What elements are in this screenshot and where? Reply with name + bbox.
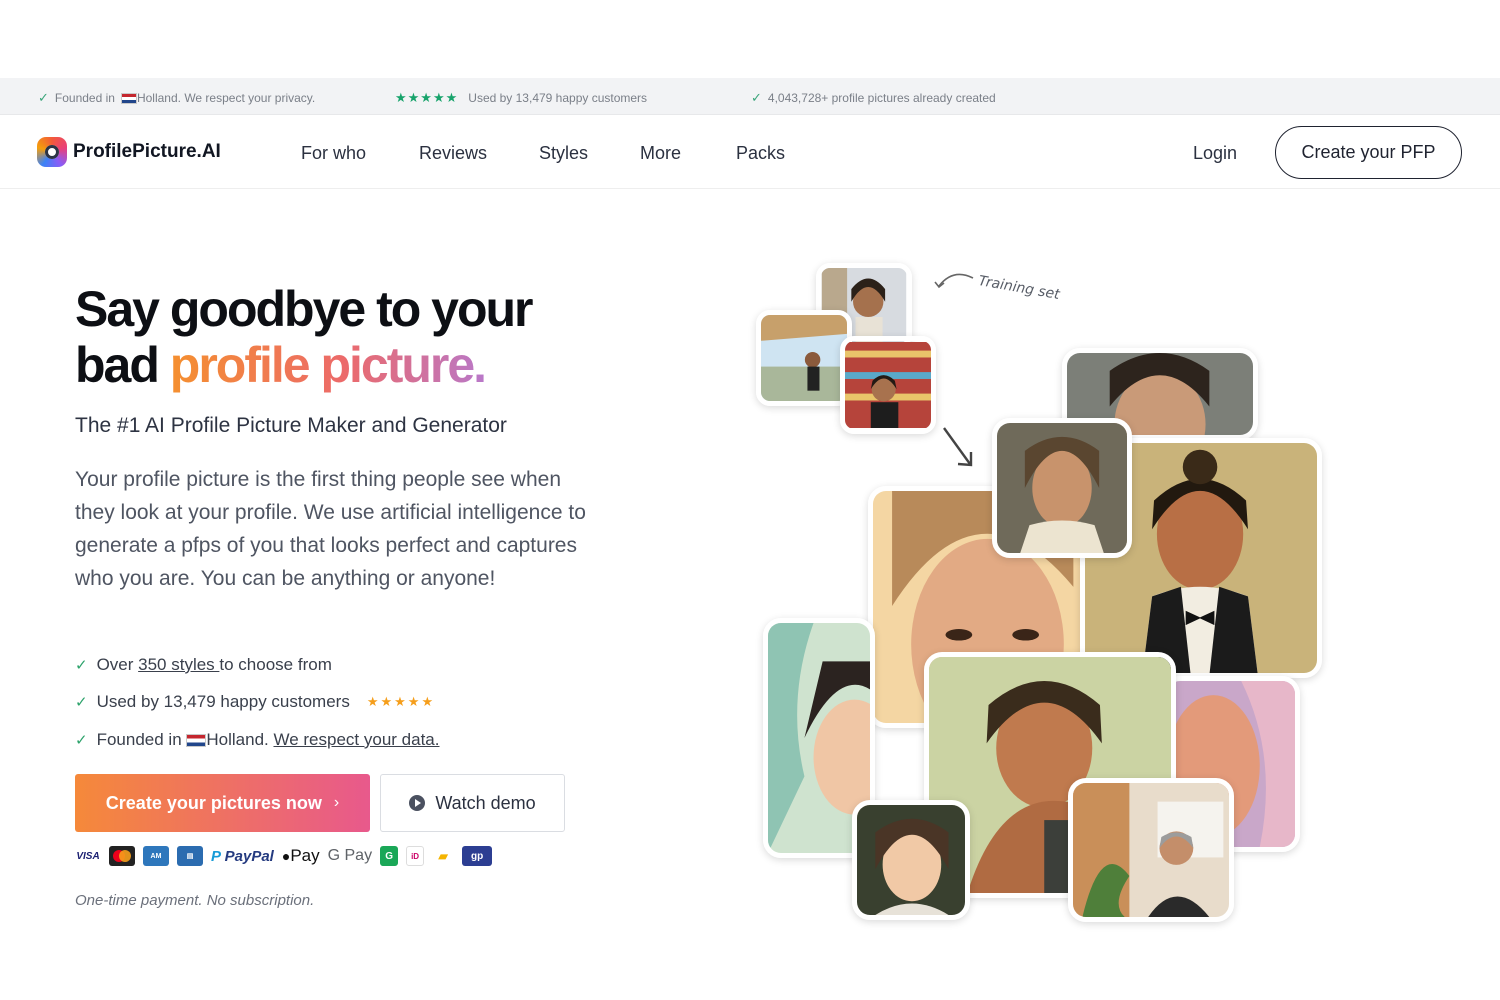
apple-pay-icon: ●Pay bbox=[281, 846, 320, 865]
netherlands-flag-icon bbox=[120, 92, 137, 104]
star-rating-icon: ★★★★★ bbox=[395, 90, 459, 105]
original-photo bbox=[1068, 778, 1234, 922]
logo-link[interactable]: ProfilePicture.AI bbox=[37, 137, 221, 167]
check-icon: ✓ bbox=[75, 731, 88, 749]
paypal-icon: P PayPal bbox=[211, 847, 274, 865]
check-icon: ✓ bbox=[75, 656, 88, 674]
nav-link-styles[interactable]: Styles bbox=[539, 143, 588, 164]
create-pfp-button[interactable]: Create your PFP bbox=[1275, 126, 1462, 179]
founded-notice: ✓ Founded in Holland. We respect your pr… bbox=[38, 90, 315, 106]
hero-title-line1: Say goodbye to your bbox=[75, 281, 534, 337]
nav-link-more[interactable]: More bbox=[640, 143, 681, 164]
feature-text: Used by 13,479 happy customers bbox=[96, 692, 350, 712]
nav-link-reviews[interactable]: Reviews bbox=[419, 143, 487, 164]
training-set-annotation: Training set bbox=[977, 272, 1061, 304]
announcement-bar: ✓ Founded in Holland. We respect your pr… bbox=[0, 78, 1500, 115]
watch-demo-button[interactable]: Watch demo bbox=[380, 774, 565, 832]
hero-title: Say goodbye to your bad profile picture. bbox=[75, 281, 534, 393]
create-pictures-button[interactable]: Create your pictures now › bbox=[75, 774, 370, 832]
przelewy-icon: gp bbox=[462, 846, 493, 866]
feature-text: Holland. bbox=[206, 729, 274, 749]
founded-suffix: Holland. We respect your privacy. bbox=[136, 91, 316, 105]
feature-text: to choose from bbox=[219, 654, 332, 674]
check-icon: ✓ bbox=[38, 90, 49, 105]
payment-note: One-time payment. No subscription. bbox=[75, 892, 315, 909]
logo-icon bbox=[37, 137, 67, 167]
main-navigation: ProfilePicture.AI For who Reviews Styles… bbox=[0, 116, 1500, 189]
hero-subtitle: The #1 AI Profile Picture Maker and Gene… bbox=[75, 414, 507, 437]
google-pay-icon: G Pay bbox=[327, 847, 373, 864]
hero-title-highlight: profile picture. bbox=[169, 337, 487, 393]
hero-title-line2: bad bbox=[75, 337, 170, 393]
check-icon: ✓ bbox=[75, 694, 88, 712]
create-pictures-label: Create your pictures now bbox=[105, 792, 322, 813]
generated-portrait bbox=[852, 800, 970, 920]
feature-text: Founded in bbox=[96, 729, 187, 749]
feature-text: Over bbox=[96, 654, 139, 674]
privacy-link[interactable]: We respect your data. bbox=[273, 730, 439, 749]
star-rating-icon: ★★★★★ bbox=[366, 694, 436, 710]
giropay-icon: G bbox=[380, 846, 399, 866]
training-photo bbox=[756, 310, 852, 406]
nav-link-for-who[interactable]: For who bbox=[301, 143, 366, 164]
check-icon: ✓ bbox=[751, 90, 762, 105]
created-text: 4,043,728+ profile pictures already crea… bbox=[767, 91, 996, 105]
customers-notice: ★★★★★ Used by 13,479 happy customers bbox=[395, 90, 647, 106]
ideal-icon: iD bbox=[406, 846, 425, 866]
feature-item-founded: ✓ Founded in Holland. We respect your da… bbox=[75, 721, 439, 759]
bancontact-icon: ▰ bbox=[438, 849, 448, 863]
card-icon: ▤ bbox=[177, 846, 203, 866]
nav-link-packs[interactable]: Packs bbox=[736, 143, 785, 164]
hero-description: Your profile picture is the first thing … bbox=[75, 468, 586, 590]
watch-demo-label: Watch demo bbox=[435, 792, 536, 813]
feature-item-customers: ✓ Used by 13,479 happy customers ★★★★★ bbox=[75, 684, 439, 722]
play-icon bbox=[409, 795, 426, 811]
down-arrow-icon bbox=[943, 427, 973, 467]
created-notice: ✓ 4,043,728+ profile pictures already cr… bbox=[751, 90, 996, 106]
visa-icon: VISA bbox=[75, 846, 101, 866]
training-photo bbox=[840, 336, 936, 434]
feature-item-styles: ✓ Over 350 styles to choose from bbox=[75, 646, 439, 684]
customers-text: Used by 13,479 happy customers bbox=[468, 91, 648, 105]
mastercard-icon bbox=[109, 846, 135, 866]
chevron-right-icon: › bbox=[333, 794, 340, 811]
styles-link[interactable]: 350 styles bbox=[138, 655, 219, 674]
login-link[interactable]: Login bbox=[1193, 143, 1237, 164]
curved-arrow-icon bbox=[934, 273, 974, 289]
feature-list: ✓ Over 350 styles to choose from ✓ Used … bbox=[75, 646, 439, 759]
founded-prefix: Founded in bbox=[54, 91, 115, 105]
amex-icon: AM bbox=[143, 846, 169, 866]
logo-text: ProfilePicture.AI bbox=[73, 141, 221, 162]
netherlands-flag-icon bbox=[186, 733, 207, 747]
payment-methods: VISA AM ▤ P PayPal ●Pay G Pay G iD ▰ gp bbox=[75, 846, 493, 866]
generated-portrait bbox=[992, 418, 1132, 558]
